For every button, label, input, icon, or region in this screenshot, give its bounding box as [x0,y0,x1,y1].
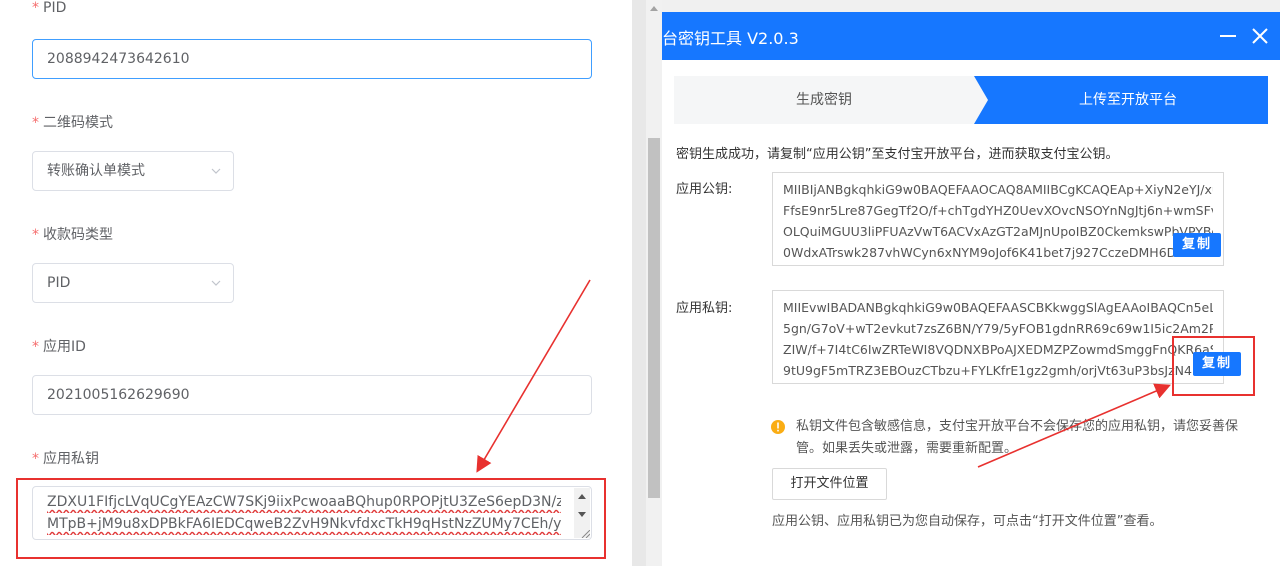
private-key-label: 应用私钥: [676,301,733,316]
step-indicator: 生成密钥 上传至开放平台 [674,76,1268,124]
annotation-box [1172,336,1255,396]
merchant-config-form: * PID 2088942473642610 * 二维码模式 转账确认单模式 * 收款… [0,0,632,566]
scrollbar-thumb[interactable] [648,138,660,498]
app-id-input[interactable]: 2021005162629690 [32,375,592,415]
qr-mode-label: * 二维码模式 [32,115,113,131]
saved-note: 应用公钥、应用私钥已为您自动保存，可点击“打开文件位置”查看。 [772,514,1163,529]
app-id-label: * 应用ID [32,339,86,355]
open-folder-button[interactable]: 打开文件位置 [772,468,887,500]
chevron-down-icon [211,168,221,174]
code-type-label: * 收款码类型 [32,227,113,243]
scroll-up-icon[interactable] [650,6,658,11]
copy-public-key-button[interactable]: 复制 [1173,233,1221,257]
minimize-icon[interactable] [1220,35,1236,37]
step-arrow-icon [958,76,988,124]
key-tool-window: 台密钥工具 V2.0.3 生成密钥 上传至开放平台 密钥生成成功，请复制“应用公… [662,0,1280,566]
private-key-label: * 应用私钥 [32,451,99,467]
qr-mode-select[interactable]: 转账确认单模式 [32,151,234,191]
title-bar: 台密钥工具 V2.0.3 [662,12,1280,60]
code-type-select[interactable]: PID [32,263,234,303]
page-scrollbar[interactable] [646,0,662,566]
window-gap [632,0,646,566]
annotation-box [16,478,606,559]
public-key-label: 应用公钥: [676,182,733,197]
window-title: 台密钥工具 V2.0.3 [662,29,799,48]
pid-input[interactable]: 2088942473642610 [32,39,592,79]
pid-label: * PID [32,0,67,16]
window-top-strip [662,0,1280,12]
public-key-box[interactable]: MIIBIjANBgkqhkiG9w0BAQEFAAOCAQ8AMIIBCgKC… [772,172,1224,266]
chevron-down-icon [211,280,221,286]
private-key-box[interactable]: MIIEvwIBADANBgkqhkiG9w0BAQEFAASCBKkwggSl… [772,290,1224,384]
close-icon[interactable] [1250,26,1270,46]
warning-text: 私钥文件包含敏感信息，支付宝开放平台不会保存您的应用私钥，请您妥善保管。如果丢失… [796,419,1239,456]
success-message: 密钥生成成功，请复制“应用公钥”至支付宝开放平台，进而获取支付宝公钥。 [676,147,1119,162]
